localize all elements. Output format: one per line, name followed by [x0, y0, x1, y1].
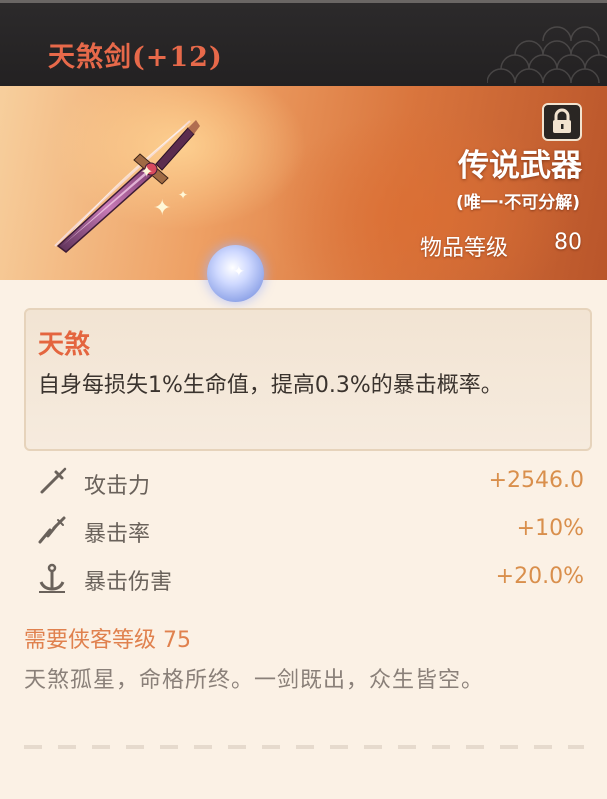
- item-quality-note: (唯一·不可分解): [456, 193, 580, 213]
- sparkle-icon: ✦: [233, 264, 245, 280]
- stat-label: 暴击伤害: [84, 570, 173, 595]
- lock-icon: [553, 108, 571, 133]
- faded-text-divider: [24, 745, 584, 749]
- sword-icon: [40, 467, 67, 494]
- wave-pattern-icon: [487, 26, 607, 84]
- item-level-value: 80: [554, 230, 582, 255]
- sparkle-icon: ✦: [153, 196, 172, 221]
- lock-button[interactable]: [542, 103, 582, 141]
- passive-name: 天煞: [38, 330, 91, 360]
- item-quality: 传说武器: [458, 148, 582, 184]
- gem-socket-orb[interactable]: ✦: [207, 245, 264, 302]
- item-title-bar: 天煞剑(+12): [0, 0, 607, 86]
- stat-value: +10%: [516, 516, 584, 541]
- stat-label: 攻击力: [84, 474, 151, 499]
- crit-icon: [38, 516, 66, 544]
- item-level-label: 物品等级: [420, 236, 509, 261]
- level-requirement: 需要侠客等级 75: [24, 628, 191, 653]
- stat-label: 暴击率: [84, 522, 151, 547]
- stat-value: +2546.0: [488, 468, 584, 493]
- stat-value: +20.0%: [495, 564, 584, 589]
- stat-row-attack: 攻击力 +2546.0: [24, 462, 584, 502]
- stat-row-crit-rate: 暴击率 +10%: [24, 510, 584, 550]
- sword-illustration-icon: [54, 120, 200, 253]
- sparkle-icon: ✦: [178, 188, 189, 202]
- item-name: 天煞剑(+12): [48, 42, 223, 73]
- sparkle-icon: ✦: [140, 162, 154, 181]
- item-lore: 天煞孤星，命格所终。一剑既出，众生皆空。: [24, 668, 485, 693]
- stat-row-crit-damage: 暴击伤害 +20.0%: [24, 558, 584, 598]
- passive-effect-box: 天煞 自身每损失1%生命值，提高0.3%的暴击概率。: [24, 308, 592, 451]
- passive-description: 自身每损失1%生命值，提高0.3%的暴击概率。: [38, 373, 503, 398]
- anchor-icon: [39, 563, 65, 593]
